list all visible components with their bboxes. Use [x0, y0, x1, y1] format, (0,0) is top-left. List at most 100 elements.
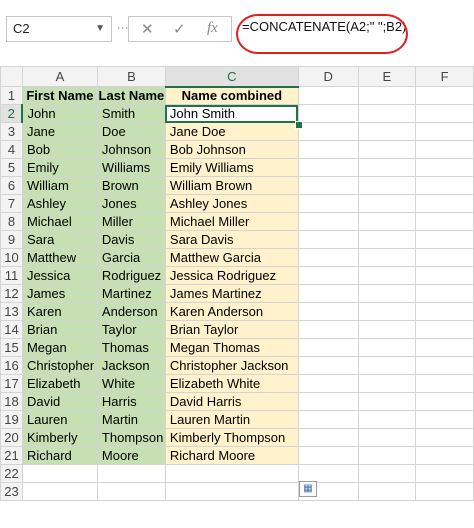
cell-e22[interactable] [357, 464, 417, 483]
cell-b6[interactable]: Brown [96, 176, 166, 195]
cell-f14[interactable] [415, 320, 474, 339]
header-cell-c[interactable]: Name combined [164, 86, 299, 105]
row-header[interactable]: 15 [0, 338, 23, 357]
header-cell-e[interactable] [357, 86, 417, 105]
cell-a15[interactable]: Megan [21, 338, 98, 357]
row-header[interactable]: 2 [0, 104, 24, 123]
cell-d16[interactable] [297, 356, 359, 375]
cell-f20[interactable] [415, 428, 474, 447]
cell-f7[interactable] [415, 194, 474, 213]
row-header[interactable]: 12 [0, 284, 23, 303]
cell-a3[interactable]: Jane [21, 122, 98, 141]
cell-b12[interactable]: Martinez [96, 284, 166, 303]
cell-a9[interactable]: Sara [21, 230, 98, 249]
row-header[interactable]: 6 [0, 176, 23, 195]
cell-a16[interactable]: Christopher [21, 356, 98, 375]
cell-a7[interactable]: Ashley [21, 194, 98, 213]
cell-a6[interactable]: William [21, 176, 98, 195]
row-header[interactable]: 7 [0, 194, 23, 213]
column-header-f[interactable]: F [415, 66, 474, 87]
cell-b2[interactable]: Smith [96, 104, 166, 123]
row-header[interactable]: 17 [0, 374, 23, 393]
row-header[interactable]: 10 [0, 248, 23, 267]
cell-d13[interactable] [297, 302, 359, 321]
cell-f17[interactable] [415, 374, 474, 393]
cell-a17[interactable]: Elizabeth [21, 374, 98, 393]
cell-e12[interactable] [357, 284, 417, 303]
cell-f6[interactable] [415, 176, 474, 195]
cell-a19[interactable]: Lauren [21, 410, 98, 429]
cell-b7[interactable]: Jones [96, 194, 166, 213]
cell-b15[interactable]: Thomas [96, 338, 166, 357]
cell-a14[interactable]: Brian [21, 320, 98, 339]
row-header[interactable]: 5 [0, 158, 23, 177]
cell-c2[interactable]: John Smith [164, 104, 299, 123]
cell-c16[interactable]: Christopher Jackson [164, 356, 299, 375]
cell-e10[interactable] [357, 248, 417, 267]
cell-d18[interactable] [297, 392, 359, 411]
cell-e2[interactable] [357, 104, 417, 123]
chevron-down-icon[interactable]: ▼ [95, 17, 105, 41]
cell-c14[interactable]: Brian Taylor [164, 320, 299, 339]
cell-f3[interactable] [415, 122, 474, 141]
cell-b21[interactable]: Moore [96, 446, 166, 465]
column-header-e[interactable]: E [357, 66, 417, 87]
cell-d17[interactable] [297, 374, 359, 393]
cell-e13[interactable] [357, 302, 417, 321]
cell-e9[interactable] [357, 230, 417, 249]
cell-a22[interactable] [21, 464, 98, 483]
cell-f15[interactable] [415, 338, 474, 357]
cancel-icon[interactable]: ✕ [141, 20, 154, 38]
cell-c10[interactable]: Matthew Garcia [164, 248, 299, 267]
row-header[interactable]: 4 [0, 140, 23, 159]
header-cell-b[interactable]: Last Name [96, 86, 166, 105]
select-all-corner[interactable] [0, 66, 23, 87]
cell-d9[interactable] [297, 230, 359, 249]
cell-b17[interactable]: White [96, 374, 166, 393]
cell-d21[interactable] [297, 446, 359, 465]
cell-b4[interactable]: Johnson [96, 140, 166, 159]
cell-f21[interactable] [415, 446, 474, 465]
cell-b13[interactable]: Anderson [96, 302, 166, 321]
row-header[interactable]: 19 [0, 410, 23, 429]
cell-c15[interactable]: Megan Thomas [164, 338, 299, 357]
cell-e8[interactable] [357, 212, 417, 231]
cell-c7[interactable]: Ashley Jones [164, 194, 299, 213]
cell-d11[interactable] [297, 266, 359, 285]
cell-c23[interactable] [164, 482, 299, 501]
cell-c20[interactable]: Kimberly Thompson [164, 428, 299, 447]
cell-d19[interactable] [297, 410, 359, 429]
cell-f4[interactable] [415, 140, 474, 159]
row-header[interactable]: 1 [0, 86, 23, 105]
cell-d10[interactable] [297, 248, 359, 267]
cell-a23[interactable] [21, 482, 98, 501]
cell-b9[interactable]: Davis [96, 230, 166, 249]
header-cell-a[interactable]: First Name [21, 86, 98, 105]
cell-b11[interactable]: Rodriguez [96, 266, 166, 285]
row-header[interactable]: 21 [0, 446, 23, 465]
cell-a21[interactable]: Richard [21, 446, 98, 465]
cell-f16[interactable] [415, 356, 474, 375]
cell-d6[interactable] [297, 176, 359, 195]
cell-c18[interactable]: David Harris [164, 392, 299, 411]
cell-d7[interactable] [297, 194, 359, 213]
row-header[interactable]: 3 [0, 122, 23, 141]
cell-e17[interactable] [357, 374, 417, 393]
cell-c21[interactable]: Richard Moore [164, 446, 299, 465]
column-header-b[interactable]: B [96, 66, 166, 87]
row-header[interactable]: 20 [0, 428, 23, 447]
cell-c4[interactable]: Bob Johnson [164, 140, 299, 159]
row-header[interactable]: 9 [0, 230, 23, 249]
name-box[interactable]: C2 ▼ [6, 16, 112, 42]
cell-f10[interactable] [415, 248, 474, 267]
cell-d12[interactable] [297, 284, 359, 303]
cell-c5[interactable]: Emily Williams [164, 158, 299, 177]
column-header-a[interactable]: A [21, 66, 98, 87]
row-header[interactable]: 22 [0, 464, 23, 483]
cell-c9[interactable]: Sara Davis [164, 230, 299, 249]
row-header[interactable]: 14 [0, 320, 23, 339]
cell-a2[interactable]: John [21, 104, 98, 123]
cell-b10[interactable]: Garcia [96, 248, 166, 267]
cell-c17[interactable]: Elizabeth White [164, 374, 299, 393]
fill-handle[interactable] [295, 121, 303, 129]
